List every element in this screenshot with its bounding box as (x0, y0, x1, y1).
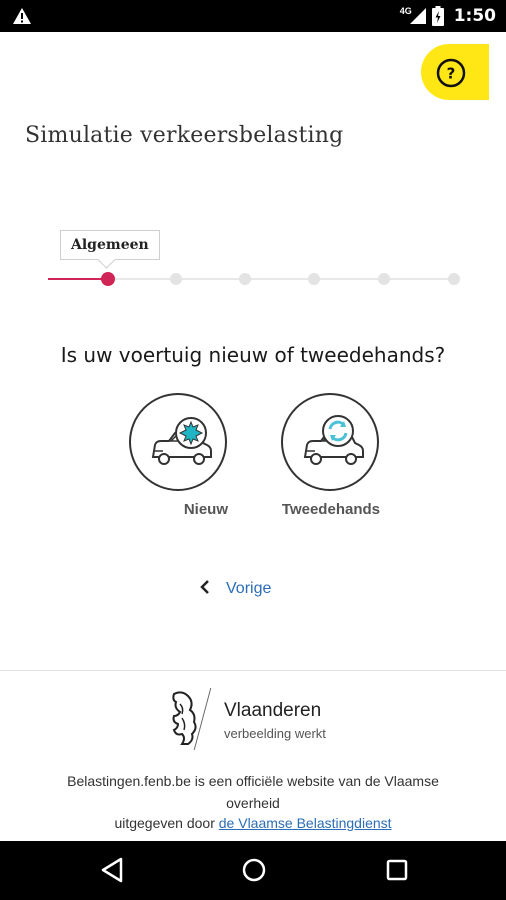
battery-icon (431, 6, 444, 26)
clock: 1:50 (453, 6, 496, 26)
option-new-circle[interactable] (129, 393, 227, 491)
used-car-icon (303, 415, 364, 465)
step-dot-3 (239, 273, 251, 285)
footer-disclaimer: Belastingen.fenb.be is een officiële web… (0, 770, 506, 814)
option-used-button[interactable]: Tweedehands (280, 393, 380, 519)
step-dot-2 (170, 273, 182, 285)
logo-slogan: verbeelding werkt (224, 726, 326, 741)
belastingdienst-link[interactable]: de Vlaamse Belastingdienst (219, 815, 392, 831)
question-text: Is uw voertuig nieuw of tweedehands? (60, 343, 446, 367)
step-dot-5 (378, 273, 390, 285)
signal-icon (409, 8, 426, 24)
flemish-lion-icon (172, 691, 197, 745)
help-button[interactable]: ? (421, 44, 489, 100)
step-dot-1 (101, 272, 115, 286)
help-icon: ? (436, 58, 466, 88)
back-nav-icon[interactable] (100, 857, 124, 883)
logo-name: Vlaanderen (224, 700, 322, 721)
warning-icon (13, 8, 31, 24)
step-dot-6 (448, 273, 460, 285)
vlaanderen-logo: Vlaanderen verbeelding werkt (168, 688, 348, 750)
recents-nav-icon[interactable] (386, 859, 408, 881)
back-link-label[interactable]: Vorige (226, 580, 271, 598)
option-used-label: Tweedehands (281, 501, 380, 518)
stepper-track (108, 278, 456, 280)
svg-text:?: ? (447, 65, 456, 83)
page-title: Simulatie verkeersbelasting (25, 123, 344, 148)
home-nav-icon[interactable] (241, 857, 267, 883)
step-tooltip: Algemeen (60, 230, 160, 260)
progress-stepper (0, 270, 506, 290)
chevron-left-icon (200, 578, 210, 599)
footer-divider (0, 670, 506, 671)
option-new-label: Nieuw (183, 501, 228, 518)
footer-publisher-prefix: uitgegeven door (114, 815, 219, 831)
new-car-icon (151, 417, 212, 465)
step-dot-4 (308, 273, 320, 285)
network-type: 4G (399, 6, 412, 16)
back-link[interactable]: Vorige (200, 578, 271, 599)
footer-publisher: uitgegeven door de Vlaamse Belastingdien… (0, 815, 506, 831)
stepper-progress (48, 278, 108, 280)
option-used-circle[interactable] (281, 393, 379, 491)
footer-line-2: overheid (226, 795, 280, 811)
footer-line-1: Belastingen.fenb.be is een officiële web… (67, 773, 439, 789)
status-bar: 4G 1:50 (0, 0, 506, 32)
option-new-button[interactable]: Nieuw (128, 393, 228, 519)
system-nav-bar (0, 841, 506, 900)
